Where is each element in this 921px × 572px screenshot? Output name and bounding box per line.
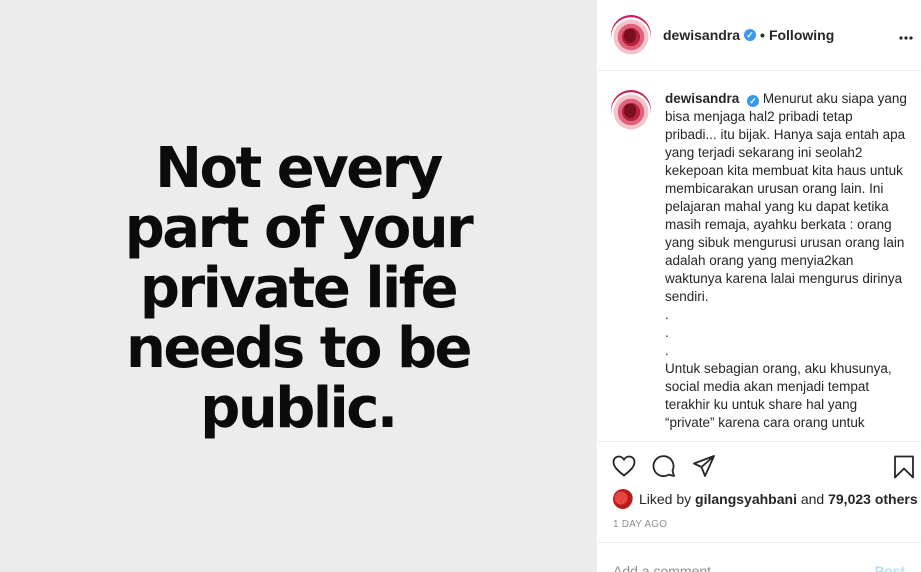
likes-and: and (800, 491, 825, 507)
caption-text-block: dewisandra ✓ Menurut aku siapa yang bisa… (665, 90, 907, 432)
liker-avatar[interactable] (613, 489, 633, 509)
liker-username[interactable]: gilangsyahbani (695, 491, 797, 507)
verified-badge-icon: ✓ (744, 29, 757, 41)
verified-badge-icon: ✓ (747, 95, 760, 107)
caption-author-avatar[interactable] (611, 90, 651, 130)
quote-line: private life (139, 256, 459, 321)
quote-line: Not every (155, 136, 443, 201)
caption-row: dewisandra ✓ Menurut aku siapa yang bisa… (611, 90, 907, 432)
following-button[interactable]: Following (769, 27, 834, 43)
quote-line: public. (200, 376, 398, 441)
header-separator: • (760, 27, 765, 43)
action-bar (597, 441, 921, 489)
caption-username[interactable]: dewisandra (665, 91, 739, 106)
quote-line: part of your (124, 196, 474, 261)
quote-line: needs to be (125, 316, 473, 381)
post-comment-button[interactable]: Post (875, 563, 905, 572)
likes-prefix: Liked by (639, 491, 692, 507)
author-username[interactable]: dewisandra (663, 27, 740, 43)
caption-text: Menurut aku siapa yang bisa menjaga hal2… (665, 91, 907, 430)
comment-box: Add a comment... Post (597, 542, 921, 572)
heart-icon[interactable] (611, 453, 637, 479)
quote-text: Not every part of your private life need… (124, 136, 474, 441)
author-avatar[interactable] (611, 15, 651, 55)
post-media[interactable]: Not every part of your private life need… (0, 0, 596, 572)
likes-summary: Liked by gilangsyahbani and 79,023 other… (613, 488, 921, 510)
more-options-icon[interactable] (899, 27, 913, 45)
post-header: dewisandra ✓ • Following (597, 0, 921, 71)
post-timestamp[interactable]: 1 DAY AGO (613, 519, 667, 530)
post-details-panel: dewisandra ✓ • Following dewisandra ✓ Me… (596, 0, 921, 572)
likes-count-link[interactable]: 79,023 others (828, 491, 918, 507)
comment-icon[interactable] (651, 453, 677, 479)
comments-section[interactable]: dewisandra ✓ Menurut aku siapa yang bisa… (597, 72, 921, 440)
bookmark-icon[interactable] (893, 455, 915, 484)
share-icon[interactable] (691, 453, 717, 479)
comment-input[interactable]: Add a comment... (613, 563, 723, 572)
